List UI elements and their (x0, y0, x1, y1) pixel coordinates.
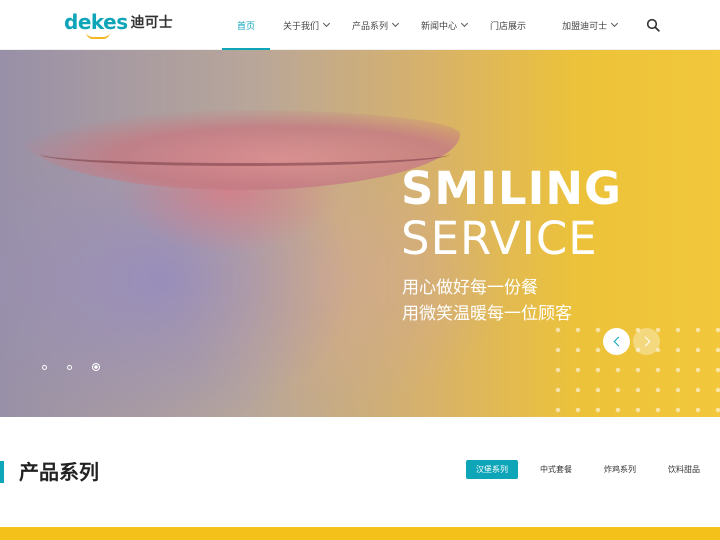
chevron-down-icon (611, 19, 619, 28)
search-icon[interactable] (646, 18, 660, 32)
tab-chinese-meals[interactable]: 中式套餐 (530, 460, 582, 479)
tab-fried-chicken[interactable]: 炸鸡系列 (594, 460, 646, 479)
nav-item-label: 产品系列 (352, 21, 389, 32)
nav-item-about[interactable]: 关于我们 (283, 0, 331, 50)
next-section-banner-strip (0, 527, 720, 540)
banner-title-line1: SMILING (401, 162, 622, 215)
site-header: dekes 迪可士 首页 关于我们 产品系列 新闻中心 门店展示 加盟迪可士 (0, 0, 720, 50)
tab-burgers[interactable]: 汉堡系列 (466, 460, 518, 479)
carousel-dot-2[interactable] (67, 364, 72, 370)
nav-item-products[interactable]: 产品系列 (352, 0, 400, 50)
hero-banner: SMILING SERVICE 用心做好每一份餐 用微笑温暖每一位顾客 (0, 50, 720, 417)
nav-item-news[interactable]: 新闻中心 (421, 0, 469, 50)
chevron-left-icon (613, 336, 623, 347)
product-tabs: 汉堡系列 中式套餐 炸鸡系列 饮料甜品 (466, 460, 710, 479)
banner-subtitle-line1: 用心做好每一份餐 (402, 278, 538, 298)
section-title: 产品系列 (19, 460, 99, 484)
nav-item-label: 关于我们 (283, 21, 320, 32)
logo-text-en: dekes (64, 10, 128, 34)
nav-item-label: 新闻中心 (421, 21, 458, 32)
chevron-right-icon (640, 336, 650, 347)
nav-item-label: 加盟迪可士 (562, 21, 608, 32)
nav-item-stores[interactable]: 门店展示 (490, 0, 526, 50)
nav-item-label: 门店展示 (490, 21, 527, 32)
chevron-down-icon (461, 19, 469, 28)
chevron-down-icon (322, 19, 331, 28)
products-section: 产品系列 汉堡系列 中式套餐 炸鸡系列 饮料甜品 (0, 417, 720, 527)
nav-item-label: 首页 (236, 21, 255, 32)
chevron-down-icon (391, 19, 400, 28)
logo-smile-mark (86, 32, 110, 39)
nav-item-home[interactable]: 首页 (222, 0, 270, 50)
carousel-dot-3[interactable] (92, 363, 100, 371)
carousel-pagination (42, 363, 120, 371)
logo-text-cn: 迪可士 (130, 15, 173, 31)
nav-item-franchise[interactable]: 加盟迪可士 (562, 0, 619, 50)
carousel-next-button[interactable] (633, 328, 660, 355)
banner-title-line2: SERVICE (401, 212, 598, 265)
banner-subtitle-line2: 用微笑温暖每一位顾客 (402, 304, 572, 324)
carousel-prev-button[interactable] (603, 328, 630, 355)
tab-drinks-desserts[interactable]: 饮料甜品 (658, 460, 710, 479)
smile-photo-lip-line (40, 142, 450, 166)
main-nav: 首页 关于我们 产品系列 新闻中心 门店展示 加盟迪可士 (220, 0, 619, 50)
carousel-dot-1[interactable] (42, 364, 47, 370)
logo[interactable]: dekes 迪可士 (64, 10, 173, 39)
section-title-accent-bar (0, 461, 4, 483)
